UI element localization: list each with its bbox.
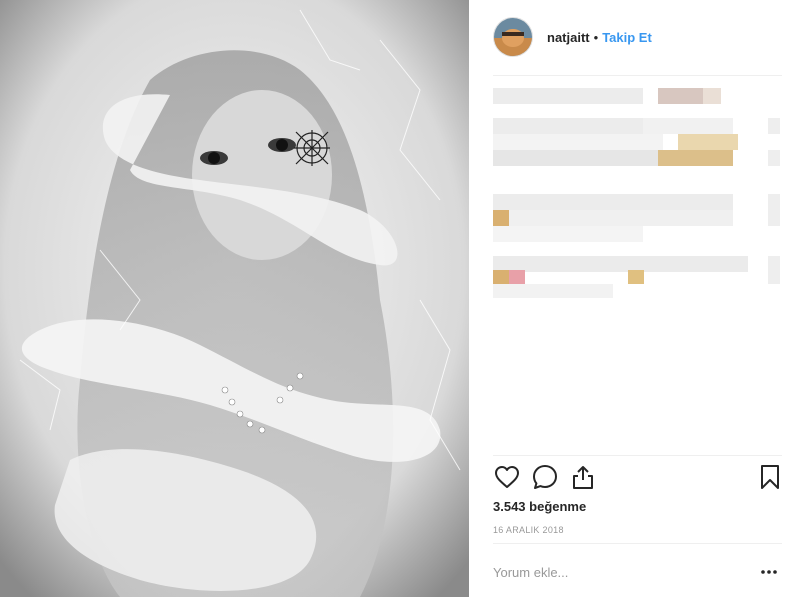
instagram-post: natjaitt • Takip Et 3.543 beğenme 16 ARA… [0,0,799,597]
more-options-icon [761,570,777,574]
pixel-block [768,150,780,166]
pixel-block [493,194,733,210]
comment-input[interactable] [493,561,743,583]
bookmark-icon [761,465,779,489]
pixel-block [493,88,643,104]
header-divider [493,75,782,76]
pixel-block [493,256,748,272]
pixel-block [509,270,525,284]
like-button[interactable] [493,463,521,491]
share-button[interactable] [569,463,597,491]
comment-bar [493,555,783,589]
caption-pixelated [493,86,783,316]
pixel-block [628,270,644,284]
pixel-block [768,256,780,284]
pixel-block [493,210,509,226]
separator-dot: • [593,29,599,45]
pixel-block [658,88,703,104]
comment-icon [533,465,557,489]
save-button[interactable] [756,463,784,491]
post-date[interactable]: 16 ARALIK 2018 [493,525,564,535]
comment-button[interactable] [531,463,559,491]
header-text: natjaitt • Takip Et [547,30,652,45]
pixel-block [768,194,780,226]
pixel-block [493,150,658,166]
more-options-button[interactable] [759,563,779,581]
actions-divider [493,455,782,456]
pixel-block [493,284,613,298]
pixel-block [678,134,738,150]
profile-avatar[interactable] [493,17,533,57]
pixel-block [493,270,509,284]
share-icon [573,466,593,489]
follow-button[interactable]: Takip Et [602,30,652,45]
pixel-block [643,118,733,134]
pixel-block [658,150,733,166]
pixel-block [493,134,663,150]
avatar-image [494,18,532,56]
likes-count[interactable]: 3.543 beğenme [493,499,586,514]
action-bar [493,463,783,493]
username-link[interactable]: natjaitt [547,30,590,45]
pixel-block [768,118,780,134]
pixel-block [493,226,643,242]
pixel-block [703,88,721,104]
pixel-block [509,210,733,226]
heart-icon [495,466,519,488]
comment-divider [493,543,782,544]
post-header: natjaitt • Takip Et [493,16,783,58]
post-photo[interactable] [0,0,469,597]
post-side-panel: natjaitt • Takip Et 3.543 beğenme 16 ARA… [470,0,799,597]
pixel-block [493,118,643,134]
